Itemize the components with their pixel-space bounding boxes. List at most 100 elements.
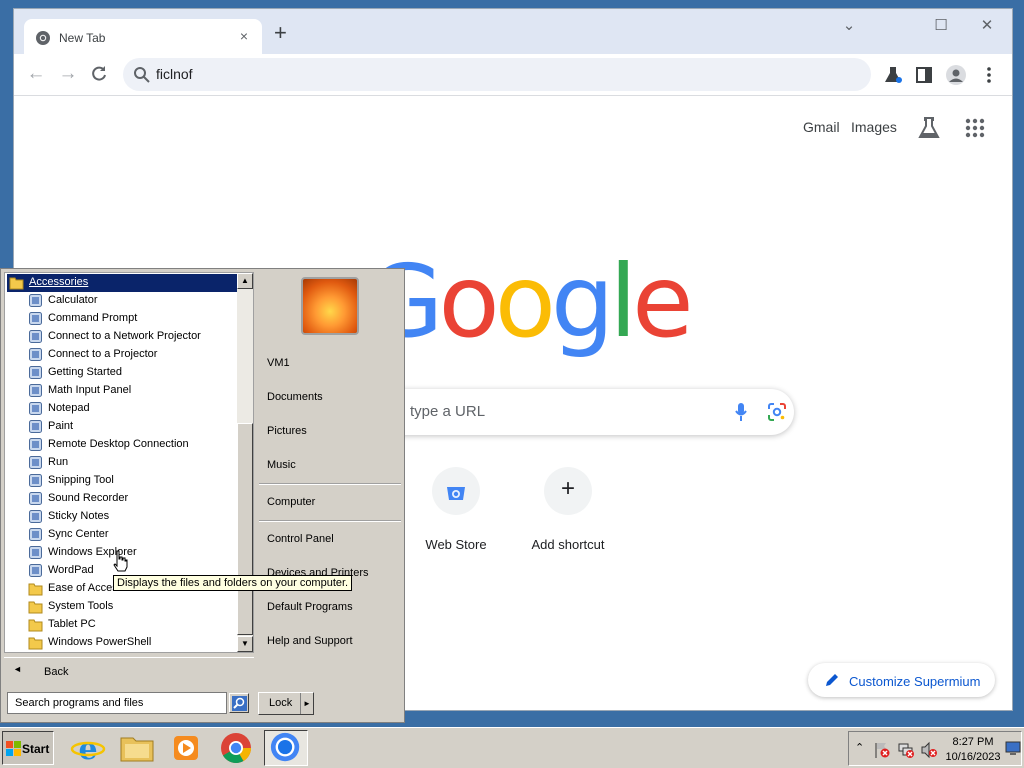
action-center-flag-icon[interactable] <box>873 741 891 759</box>
math-input-icon <box>28 383 43 398</box>
clock-time: 8:27 PM <box>952 736 994 748</box>
network-icon[interactable] <box>897 741 915 759</box>
user-link[interactable]: VM1 <box>267 357 290 369</box>
volume-muted-icon[interactable] <box>920 741 938 759</box>
program-item[interactable]: Paint <box>7 418 239 436</box>
program-item[interactable]: Command Prompt <box>7 310 239 328</box>
side-panel-icon[interactable] <box>913 64 935 86</box>
back-arrow-icon[interactable]: ← <box>24 63 48 85</box>
back-label: Back <box>44 666 69 678</box>
calculator-icon <box>28 293 43 308</box>
labs-flask-icon[interactable] <box>918 116 940 140</box>
lock-label: Lock <box>269 697 293 709</box>
separator <box>259 520 401 522</box>
media-player-icon[interactable] <box>164 730 208 766</box>
folder-icon <box>28 635 43 650</box>
user-avatar[interactable] <box>301 277 359 335</box>
pictures-link[interactable]: Pictures <box>267 425 307 437</box>
tab-strip: New Tab × + ⌄ ☐ ✕ <box>14 9 1012 56</box>
program-item[interactable]: Run <box>7 454 239 472</box>
program-item[interactable]: Connect to a Projector <box>7 346 239 364</box>
default-programs-link[interactable]: Default Programs <box>267 601 353 613</box>
logo-letter: o <box>438 243 500 360</box>
file-explorer-icon[interactable] <box>115 730 159 766</box>
show-desktop-icon[interactable] <box>1005 740 1021 756</box>
scroll-up-arrow[interactable]: ▲ <box>237 273 253 289</box>
customize-button[interactable]: Customize Supermium <box>808 663 995 697</box>
folder-header-accessories[interactable]: Accessories <box>7 274 239 292</box>
chrome-icon[interactable] <box>214 730 258 766</box>
sync-icon <box>28 527 43 542</box>
clock[interactable]: 8:27 PM 10/16/2023 <box>945 735 1001 765</box>
remote-desktop-icon <box>28 437 43 452</box>
profile-icon[interactable] <box>945 64 967 86</box>
notepad-icon <box>28 401 43 416</box>
new-tab-button[interactable]: + <box>274 22 287 44</box>
search-programs-input[interactable]: Search programs and files <box>7 692 227 714</box>
menu-dots-icon[interactable] <box>978 64 1000 86</box>
tab-close-icon[interactable]: × <box>235 28 253 44</box>
google-logo: Google <box>366 247 694 357</box>
google-lens-icon[interactable] <box>767 402 787 422</box>
program-item[interactable]: Tablet PC <box>7 616 239 634</box>
apps-grid-icon[interactable] <box>964 117 986 139</box>
labs-flask-icon[interactable] <box>882 64 904 86</box>
program-item[interactable]: Notepad <box>7 400 239 418</box>
search-placeholder: type a URL <box>410 403 486 420</box>
address-bar[interactable]: ficlnof <box>123 58 871 91</box>
images-link[interactable]: Images <box>851 119 897 135</box>
scroll-down-arrow[interactable]: ▼ <box>237 636 253 652</box>
program-label: WordPad <box>48 564 94 576</box>
shortcut-add[interactable]: + Add shortcut <box>512 467 624 552</box>
program-label: Getting Started <box>48 366 122 378</box>
maximize-button[interactable]: ☐ <box>926 16 956 34</box>
microphone-icon <box>28 491 43 506</box>
command-prompt-icon <box>28 311 43 326</box>
program-item[interactable]: System Tools <box>7 598 239 616</box>
start-button[interactable]: Start <box>2 731 54 765</box>
music-link[interactable]: Music <box>267 459 296 471</box>
program-item[interactable]: Sync Center <box>7 526 239 544</box>
tab-new-tab[interactable]: New Tab × <box>24 19 262 56</box>
control-panel-link[interactable]: Control Panel <box>267 533 334 545</box>
program-item[interactable]: Remote Desktop Connection <box>7 436 239 454</box>
toolbar: ← → ficlnof <box>14 54 1012 96</box>
program-item[interactable]: Sound Recorder <box>7 490 239 508</box>
lock-options-arrow-icon[interactable]: ► <box>300 693 313 714</box>
help-support-link[interactable]: Help and Support <box>267 635 353 647</box>
program-item[interactable]: Windows PowerShell <box>7 634 239 652</box>
forward-arrow-icon[interactable]: → <box>56 63 80 85</box>
folder-icon <box>9 277 24 290</box>
program-item[interactable]: Getting Started <box>7 364 239 382</box>
supermium-icon[interactable] <box>264 730 308 766</box>
documents-link[interactable]: Documents <box>267 391 323 403</box>
reload-icon[interactable] <box>90 65 108 83</box>
search-programs-button[interactable] <box>229 693 249 713</box>
show-hidden-icons-icon[interactable]: ⌃ <box>855 741 864 754</box>
program-label: Connect to a Projector <box>48 348 158 360</box>
shortcut-label: Web Store <box>425 537 487 552</box>
folder-header-label: Accessories <box>29 276 89 288</box>
computer-link[interactable]: Computer <box>267 496 315 508</box>
back-button[interactable]: ◄ Back <box>4 657 254 684</box>
close-window-button[interactable]: ✕ <box>972 16 1002 34</box>
internet-explorer-icon[interactable]: e <box>66 730 110 767</box>
program-item[interactable]: Calculator <box>7 292 239 310</box>
scrollbar[interactable]: ▲ ▼ <box>237 273 253 652</box>
program-label: Remote Desktop Connection <box>48 438 189 450</box>
minimize-button[interactable]: ⌄ <box>834 16 864 34</box>
program-item[interactable]: Snipping Tool <box>7 472 239 490</box>
program-item[interactable]: Sticky Notes <box>7 508 239 526</box>
snipping-tool-icon <box>28 473 43 488</box>
microphone-icon[interactable] <box>734 402 748 422</box>
search-box[interactable]: type a URL <box>362 389 794 435</box>
program-item[interactable]: Connect to a Network Projector <box>7 328 239 346</box>
shortcut-web-store[interactable]: Web Store <box>400 467 512 552</box>
start-label: Start <box>22 742 50 756</box>
gmail-link[interactable]: Gmail <box>803 119 840 135</box>
program-item[interactable]: Math Input Panel <box>7 382 239 400</box>
svg-text:e: e <box>78 732 97 766</box>
lock-button[interactable]: Lock ► <box>258 692 314 715</box>
logo-letter: e <box>632 243 693 360</box>
scroll-thumb[interactable] <box>237 423 253 635</box>
